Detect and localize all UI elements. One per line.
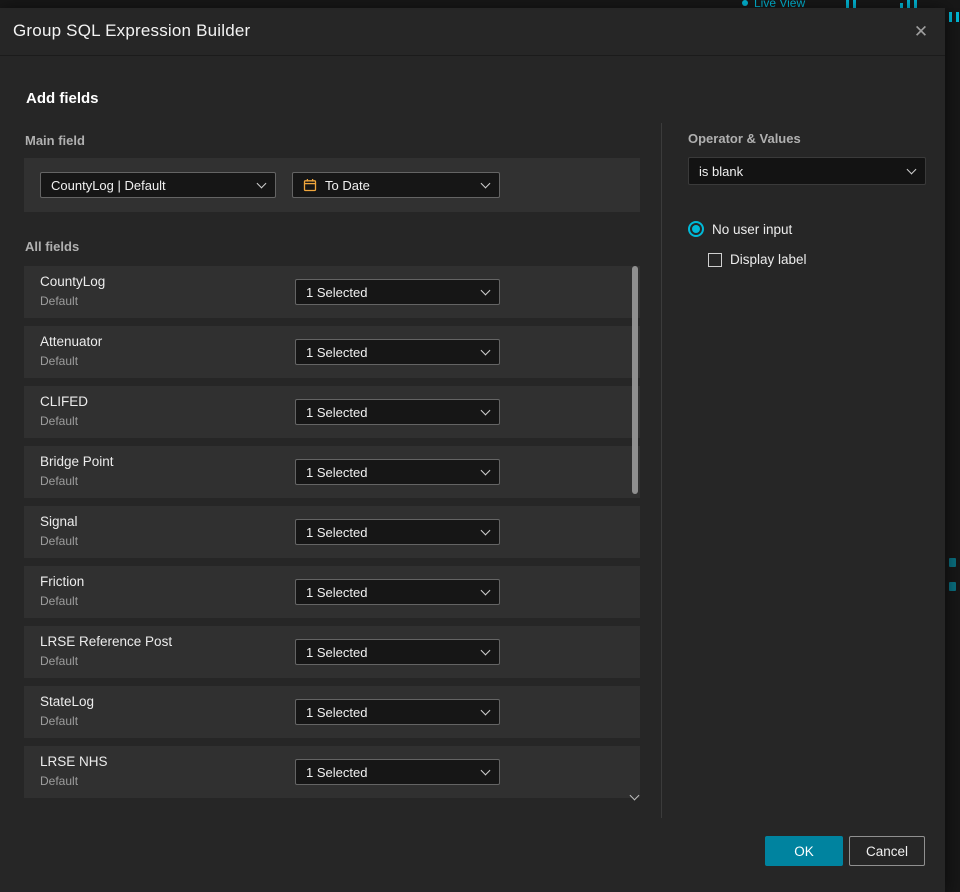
field-row: StateLog Default 1 Selected: [24, 686, 640, 738]
display-label-option[interactable]: Display label: [708, 252, 807, 267]
chevron-down-icon: [480, 705, 491, 715]
chevron-down-icon: [480, 405, 491, 415]
field-select-label: 1 Selected: [306, 284, 368, 300]
field-name: LRSE NHS: [40, 754, 108, 769]
field-name: Signal: [40, 514, 78, 529]
chevron-down-icon: [480, 525, 491, 535]
main-field-date-select[interactable]: To Date: [292, 172, 500, 198]
field-subtitle: Default: [40, 414, 79, 428]
calendar-icon: [303, 178, 317, 192]
operator-select[interactable]: is blank: [688, 157, 926, 185]
field-name: Friction: [40, 574, 85, 589]
no-user-input-radio[interactable]: [688, 221, 704, 237]
display-label-checkbox[interactable]: [708, 252, 722, 267]
group-sql-expression-builder-dialog: Group SQL Expression Builder ✕ Add field…: [0, 8, 945, 892]
chevron-down-icon: [480, 765, 491, 775]
field-name: CountyLog: [40, 274, 106, 289]
field-name: Attenuator: [40, 334, 103, 349]
field-row: LRSE Reference Post Default 1 Selected: [24, 626, 640, 678]
main-field-panel: CountyLog | Default To Date: [24, 158, 640, 212]
field-select[interactable]: 1 Selected: [295, 459, 500, 485]
dialog-title: Group SQL Expression Builder: [13, 21, 251, 40]
field-subtitle: Default: [40, 534, 79, 548]
chevron-down-icon: [906, 164, 917, 174]
display-label-label: Display label: [730, 252, 807, 267]
background-glyph: [949, 582, 956, 591]
no-user-input-option[interactable]: No user input: [688, 221, 792, 237]
add-fields-heading: Add fields: [26, 90, 99, 107]
field-select[interactable]: 1 Selected: [295, 639, 500, 665]
main-field-label: Main field: [25, 133, 85, 148]
field-name: LRSE Reference Post: [40, 634, 173, 649]
column-divider: [661, 123, 662, 818]
field-select-label: 1 Selected: [306, 404, 368, 420]
chevron-down-icon: [480, 645, 491, 655]
field-name: StateLog: [40, 694, 95, 709]
chevron-down-icon: [480, 465, 491, 475]
all-fields-label: All fields: [25, 239, 80, 254]
field-row: Friction Default 1 Selected: [24, 566, 640, 618]
field-subtitle: Default: [40, 474, 79, 488]
field-select[interactable]: 1 Selected: [295, 279, 500, 305]
field-subtitle: Default: [40, 714, 79, 728]
field-select[interactable]: 1 Selected: [295, 759, 500, 785]
background-icon: [949, 12, 959, 22]
field-subtitle: Default: [40, 354, 79, 368]
field-select-label: 1 Selected: [306, 584, 368, 600]
operator-values-heading: Operator & Values: [688, 131, 801, 146]
live-view-dot-icon: [742, 0, 748, 6]
field-row: Attenuator Default 1 Selected: [24, 326, 640, 378]
field-select-label: 1 Selected: [306, 344, 368, 360]
field-name: Bridge Point: [40, 454, 114, 469]
field-select[interactable]: 1 Selected: [295, 699, 500, 725]
field-select-label: 1 Selected: [306, 704, 368, 720]
field-select[interactable]: 1 Selected: [295, 519, 500, 545]
field-select[interactable]: 1 Selected: [295, 399, 500, 425]
field-select-label: 1 Selected: [306, 764, 368, 780]
scrollbar-thumb[interactable]: [632, 266, 638, 494]
chevron-down-icon: [256, 178, 267, 188]
field-subtitle: Default: [40, 294, 79, 308]
background-glyph: [949, 558, 956, 567]
main-field-date-select-value: To Date: [325, 177, 370, 193]
field-select-label: 1 Selected: [306, 464, 368, 480]
field-select-label: 1 Selected: [306, 644, 368, 660]
field-select[interactable]: 1 Selected: [295, 339, 500, 365]
column-chart-icon: [846, 0, 856, 8]
field-row: CountyLog Default 1 Selected: [24, 266, 640, 318]
chevron-down-icon: [480, 178, 491, 188]
dialog-titlebar: Group SQL Expression Builder ✕: [0, 8, 945, 56]
background-app-sliver: [945, 8, 960, 892]
bar-chart-icon: [900, 0, 917, 8]
field-row: CLIFED Default 1 Selected: [24, 386, 640, 438]
no-user-input-label: No user input: [712, 221, 793, 237]
field-subtitle: Default: [40, 594, 79, 608]
background-app-strip: Live View: [0, 0, 960, 10]
field-subtitle: Default: [40, 774, 79, 788]
field-subtitle: Default: [40, 654, 79, 668]
scrollbar-down-arrow-icon[interactable]: [631, 792, 639, 800]
field-row: Bridge Point Default 1 Selected: [24, 446, 640, 498]
field-select-label: 1 Selected: [306, 524, 368, 540]
chevron-down-icon: [480, 585, 491, 595]
chevron-down-icon: [480, 285, 491, 295]
main-field-select[interactable]: CountyLog | Default: [40, 172, 276, 198]
field-row: LRSE NHS Default 1 Selected: [24, 746, 640, 798]
ok-button[interactable]: OK: [765, 836, 843, 866]
close-icon[interactable]: ✕: [907, 18, 935, 46]
all-fields-list: CountyLog Default 1 Selected Attenuator …: [24, 266, 640, 806]
field-select[interactable]: 1 Selected: [295, 579, 500, 605]
field-name: CLIFED: [40, 394, 89, 409]
chevron-down-icon: [480, 345, 491, 355]
field-row: Signal Default 1 Selected: [24, 506, 640, 558]
operator-select-value: is blank: [699, 163, 744, 179]
main-field-select-value: CountyLog | Default: [51, 177, 166, 193]
cancel-button[interactable]: Cancel: [849, 836, 925, 866]
